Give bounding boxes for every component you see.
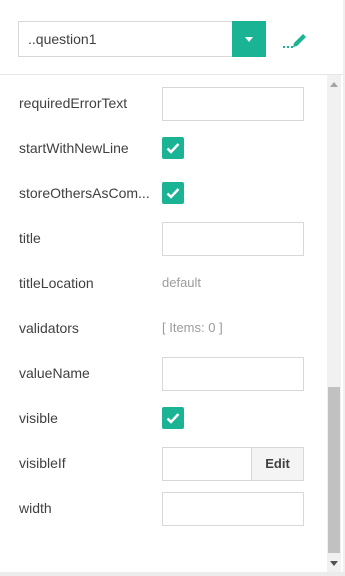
- visible-if-input[interactable]: [162, 447, 252, 481]
- store-others-as-comment-checkbox[interactable]: [162, 182, 184, 204]
- scroll-down-arrow-icon[interactable]: [330, 561, 338, 566]
- property-row-visible: visible: [0, 402, 320, 436]
- property-label: visibleIf: [19, 455, 66, 471]
- chevron-down-icon: [245, 36, 253, 42]
- panel-bottom-border: [0, 572, 345, 576]
- property-row-startWithNewLine: startWithNewLine: [0, 132, 320, 166]
- scroll-up-arrow-icon[interactable]: [330, 82, 338, 87]
- property-label: validators: [19, 320, 79, 336]
- property-row-storeOthersAsComment: storeOthersAsCom...: [0, 177, 320, 211]
- property-row-visibleIf: visibleIf Edit: [0, 447, 320, 481]
- dropdown-toggle-button[interactable]: [232, 21, 266, 57]
- property-row-valueName: valueName: [0, 357, 320, 391]
- property-label: storeOthersAsCom...: [19, 185, 150, 201]
- property-label: startWithNewLine: [19, 140, 129, 156]
- title-input[interactable]: [162, 222, 304, 256]
- object-selector-bar: ..question1: [0, 0, 345, 75]
- value-name-input[interactable]: [162, 357, 304, 391]
- property-label: visible: [19, 410, 58, 426]
- property-label: valueName: [19, 365, 90, 381]
- property-label: titleLocation: [19, 275, 94, 291]
- selected-object-label: ..question1: [28, 31, 97, 47]
- property-row-width: width: [0, 492, 320, 526]
- checkmark-icon: [166, 413, 180, 424]
- property-label: width: [19, 500, 52, 516]
- property-row-validators: validators [ Items: 0 ]: [0, 312, 320, 346]
- checkmark-icon: [166, 188, 180, 199]
- property-label: title: [19, 230, 41, 246]
- checkmark-icon: [166, 143, 180, 154]
- property-label: requiredErrorText: [19, 95, 128, 111]
- property-row-requiredErrorText: requiredErrorText: [0, 87, 320, 121]
- start-with-new-line-checkbox[interactable]: [162, 137, 184, 159]
- required-error-text-input[interactable]: [162, 87, 304, 121]
- property-grid: requiredErrorText startWithNewLine store…: [0, 75, 345, 572]
- visible-checkbox[interactable]: [162, 407, 184, 429]
- visible-if-edit-button[interactable]: Edit: [251, 447, 304, 481]
- scrollbar-thumb[interactable]: [328, 387, 340, 553]
- title-location-value[interactable]: default: [162, 275, 201, 290]
- property-row-titleLocation: titleLocation default: [0, 267, 320, 301]
- width-input[interactable]: [162, 492, 304, 526]
- pencil-icon[interactable]: [282, 28, 308, 50]
- property-row-title: title: [0, 222, 320, 256]
- object-selector-dropdown[interactable]: ..question1: [18, 21, 266, 57]
- validators-value[interactable]: [ Items: 0 ]: [162, 320, 223, 335]
